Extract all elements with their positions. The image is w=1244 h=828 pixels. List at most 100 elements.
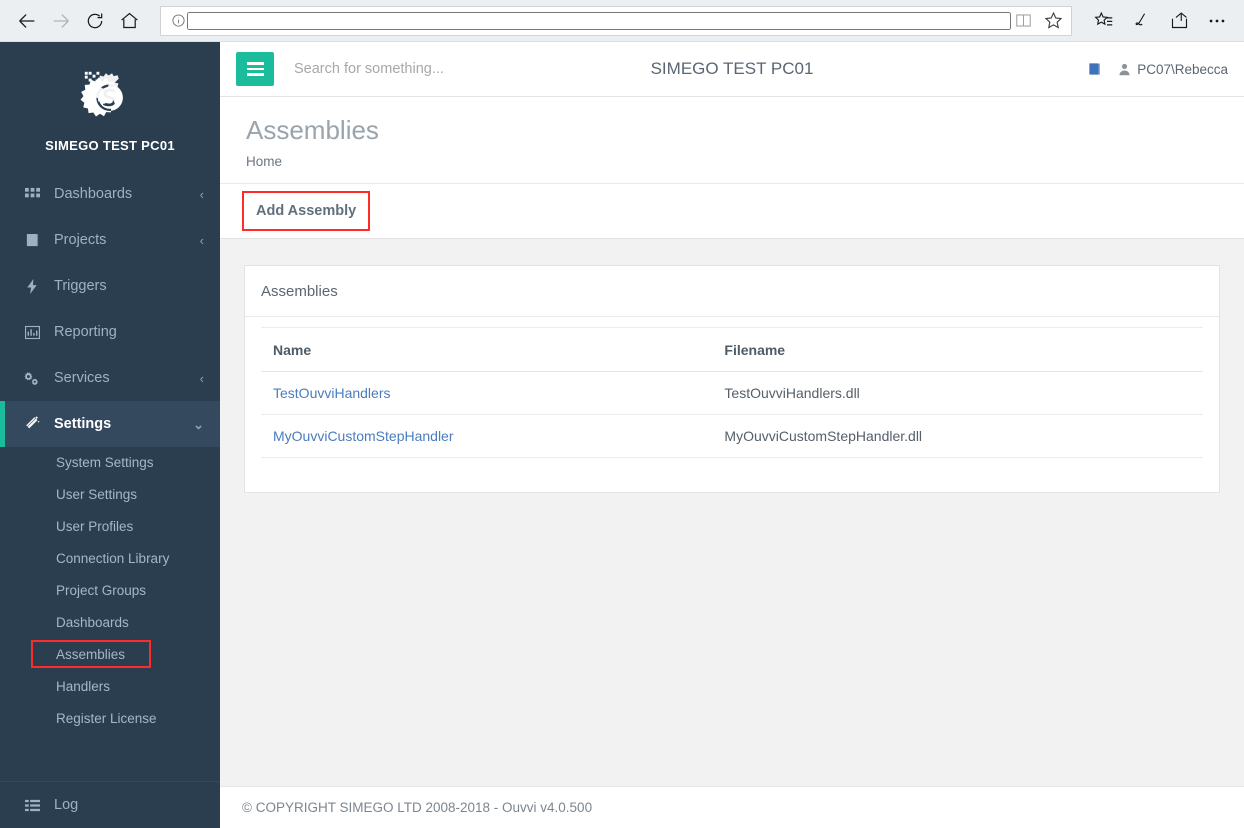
bar-chart-icon: [22, 323, 42, 341]
pen-icon[interactable]: [1124, 4, 1158, 38]
submenu-item-system-settings[interactable]: System Settings: [0, 447, 220, 479]
submenu-item-label: Handlers: [56, 679, 111, 694]
user-chip[interactable]: PC07\Rebecca: [1118, 62, 1228, 77]
footer: © COPYRIGHT SIMEGO LTD 2008-2018 - Ouvvi…: [220, 786, 1244, 828]
hamburger-icon-bar: [246, 62, 264, 65]
book-icon: [22, 231, 42, 249]
assemblies-table: Name Filename TestOuvviHandlers TestOuvv…: [261, 327, 1203, 459]
sidebar-item-services[interactable]: Services ‹: [0, 355, 220, 401]
sidebar-nav: Dashboards ‹ Projects ‹ Triggers Reporti…: [0, 171, 220, 781]
breadcrumb: Home: [246, 154, 283, 170]
chevron-left-icon: ‹: [199, 232, 204, 248]
hamburger-icon-bar: [246, 67, 264, 71]
submenu-item-label: System Settings: [56, 455, 154, 470]
sidebar-item-log[interactable]: Log: [0, 782, 220, 828]
cell-name: TestOuvviHandlers: [261, 371, 695, 416]
user-name: PC07\Rebecca: [1137, 61, 1228, 77]
chevron-left-icon: ‹: [199, 186, 204, 202]
address-input[interactable]: [187, 11, 1011, 30]
panel-body: Name Filename TestOuvviHandlers TestOuvv…: [245, 317, 1219, 492]
column-header-filename: Filename: [694, 327, 1203, 373]
action-toolbar: Add Assembly: [220, 183, 1244, 240]
simego-gear-s-logo-icon: [79, 66, 141, 128]
back-button[interactable]: [10, 4, 44, 38]
submenu-item-dashboards[interactable]: Dashboards: [0, 607, 220, 639]
sidebar-item-triggers[interactable]: Triggers: [0, 263, 220, 309]
star-icon[interactable]: [1041, 9, 1065, 33]
address-bar[interactable]: [160, 5, 1072, 36]
sidebar-item-label: Reporting: [54, 324, 117, 340]
add-assembly-label: Add Assembly: [256, 203, 357, 220]
settings-submenu: System Settings User Settings User Profi…: [0, 447, 220, 741]
list-icon: [22, 796, 42, 814]
menu-toggle-button[interactable]: [236, 52, 274, 86]
sidebar-item-label: Projects: [54, 232, 107, 248]
grid-icon: [22, 185, 42, 203]
gears-icon: [22, 369, 42, 387]
sidebar-item-label: Services: [54, 370, 110, 386]
submenu-item-label: User Settings: [56, 487, 138, 502]
app-container: SIMEGO TEST PC01 Dashboards ‹ Projects ‹…: [0, 42, 1244, 828]
brand: SIMEGO TEST PC01: [0, 42, 220, 171]
sidebar-item-label: Triggers: [54, 278, 107, 294]
submenu-item-user-settings[interactable]: User Settings: [0, 479, 220, 511]
table-header: Name Filename: [261, 327, 1203, 373]
submenu-item-register-license[interactable]: Register License: [0, 703, 220, 735]
magic-wand-icon: [22, 415, 42, 433]
add-assembly-button[interactable]: Add Assembly: [242, 191, 371, 232]
submenu-item-assemblies[interactable]: Assemblies: [0, 639, 220, 671]
submenu-item-label: Dashboards: [56, 615, 129, 630]
submenu-item-label: Project Groups: [56, 583, 147, 598]
submenu-item-connection-library[interactable]: Connection Library: [0, 543, 220, 575]
assembly-name-link[interactable]: TestOuvviHandlers: [273, 385, 391, 401]
panel-title: Assemblies: [245, 266, 1219, 318]
content-area: Assemblies Name Filename TestOuvviHandle…: [220, 239, 1244, 786]
submenu-item-handlers[interactable]: Handlers: [0, 671, 220, 703]
bolt-icon: [22, 277, 42, 295]
refresh-button[interactable]: [78, 4, 112, 38]
submenu-item-label: User Profiles: [56, 519, 134, 534]
ellipsis-icon[interactable]: [1200, 4, 1234, 38]
table-row: MyOuvviCustomStepHandler MyOuvviCustomSt…: [261, 414, 1203, 459]
blue-book-icon[interactable]: [1087, 62, 1102, 77]
assembly-name-link[interactable]: MyOuvviCustomStepHandler: [273, 428, 454, 444]
person-icon: [1118, 63, 1131, 76]
main-area: SIMEGO TEST PC01 PC07\Rebecca: [220, 42, 1244, 828]
cell-name: MyOuvviCustomStepHandler: [261, 414, 695, 459]
table-body: TestOuvviHandlers TestOuvviHandlers.dll …: [261, 371, 1203, 459]
chevron-left-icon: ‹: [199, 370, 204, 386]
forward-button[interactable]: [44, 4, 78, 38]
submenu-item-label: Connection Library: [56, 551, 170, 566]
browser-toolbar: [0, 0, 1244, 42]
page-header: Assemblies Home: [220, 97, 1244, 184]
topbar: SIMEGO TEST PC01 PC07\Rebecca: [220, 42, 1244, 97]
sidebar-item-label: Dashboards: [54, 186, 133, 202]
submenu-item-user-profiles[interactable]: User Profiles: [0, 511, 220, 543]
book-open-icon[interactable]: [1011, 9, 1035, 33]
info-icon: [169, 12, 187, 30]
page-title: Assemblies: [246, 115, 379, 145]
submenu-item-label: Assemblies: [56, 647, 126, 662]
copyright-text: © COPYRIGHT SIMEGO LTD 2008-2018 - Ouvvi…: [242, 800, 593, 815]
submenu-item-project-groups[interactable]: Project Groups: [0, 575, 220, 607]
chevron-down-icon: ⌄: [193, 416, 204, 432]
sidebar-item-label: Log: [54, 797, 79, 813]
sidebar-item-label: Settings: [54, 416, 112, 432]
search-input[interactable]: [294, 61, 594, 77]
sidebar-item-reporting[interactable]: Reporting: [0, 309, 220, 355]
sidebar-item-projects[interactable]: Projects ‹: [0, 217, 220, 263]
column-header-name: Name: [261, 327, 695, 373]
cell-filename: MyOuvviCustomStepHandler.dll: [694, 414, 1203, 459]
submenu-item-label: Register License: [56, 711, 157, 726]
home-button[interactable]: [112, 4, 146, 38]
share-icon[interactable]: [1162, 4, 1196, 38]
sidebar-item-settings[interactable]: Settings ⌄: [0, 401, 220, 447]
sidebar-item-dashboards[interactable]: Dashboards ‹: [0, 171, 220, 217]
table-header-row: Name Filename: [261, 327, 1203, 373]
table-row: TestOuvviHandlers TestOuvviHandlers.dll: [261, 371, 1203, 416]
sidebar: SIMEGO TEST PC01 Dashboards ‹ Projects ‹…: [0, 42, 220, 828]
star-list-icon[interactable]: [1086, 4, 1120, 38]
sidebar-bottom: Log: [0, 781, 220, 828]
hamburger-icon-bar: [246, 73, 264, 76]
assemblies-panel: Assemblies Name Filename TestOuvviHandle…: [244, 265, 1220, 494]
